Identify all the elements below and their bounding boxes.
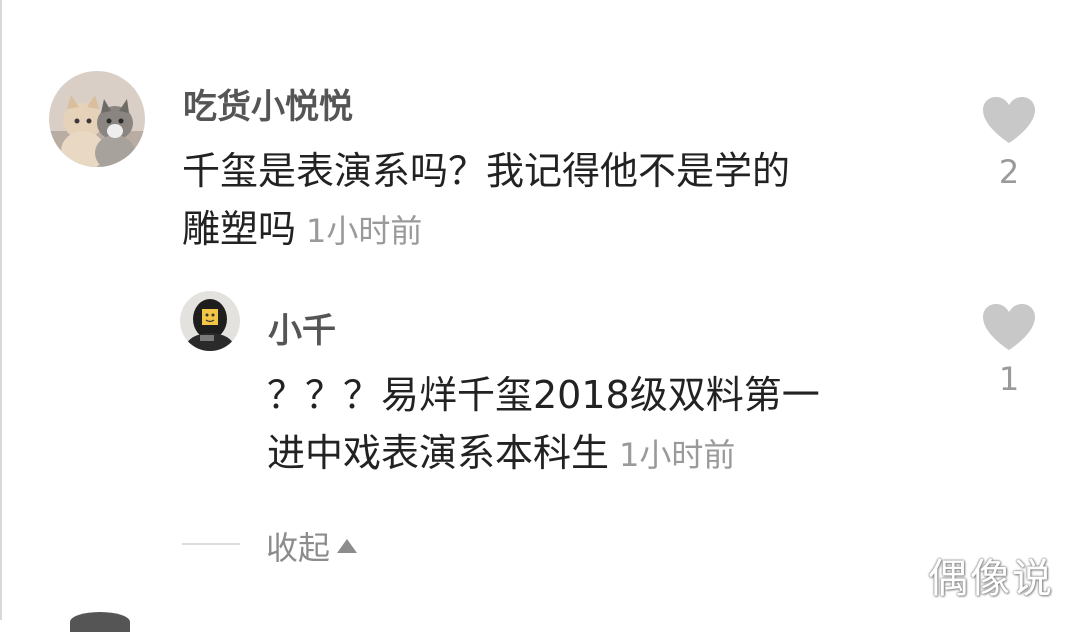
collapse-replies-button[interactable]: 收起 (266, 523, 358, 569)
comment-like-count: 2 (998, 153, 1020, 191)
reply-like-button[interactable]: 1 (979, 302, 1039, 398)
reply-text-line2-wrap: 进中戏表演系本科生 1小时前 (267, 424, 820, 484)
comment-text-line2: 雕塑吗 (182, 207, 297, 251)
reply-text-line1: ？？？易烊千玺2018级双料第一 (267, 373, 820, 417)
reply-avatar[interactable] (180, 291, 240, 351)
commenter-avatar[interactable] (49, 71, 145, 167)
left-edge-divider (0, 0, 2, 620)
collapse-divider (182, 543, 240, 545)
reply-username[interactable]: 小千 (268, 303, 336, 352)
reply-text-line2: 进中戏表演系本科生 (267, 431, 610, 475)
comment-like-button[interactable]: 2 (979, 95, 1039, 191)
reply-like-count: 1 (998, 360, 1020, 398)
reply-text: ？？？易烊千玺2018级双料第一 进中戏表演系本科生 1小时前 (267, 366, 820, 484)
heart-icon (983, 304, 1035, 350)
next-comment-avatar[interactable] (70, 612, 130, 632)
triangle-up-icon (337, 539, 358, 553)
commenter-username[interactable]: 吃货小悦悦 (183, 79, 353, 128)
comment-text-line2-wrap: 雕塑吗 1小时前 (182, 200, 790, 260)
collapse-label: 收起 (266, 529, 331, 567)
reply-timestamp: 1小时前 (619, 436, 736, 474)
heart-icon (983, 97, 1035, 143)
comment-text: 千玺是表演系吗？我记得他不是学的 雕塑吗 1小时前 (182, 142, 790, 260)
watermark: 偶像说 (928, 556, 1054, 602)
comment-timestamp: 1小时前 (306, 212, 423, 250)
comment-text-line1: 千玺是表演系吗？我记得他不是学的 (182, 149, 791, 193)
